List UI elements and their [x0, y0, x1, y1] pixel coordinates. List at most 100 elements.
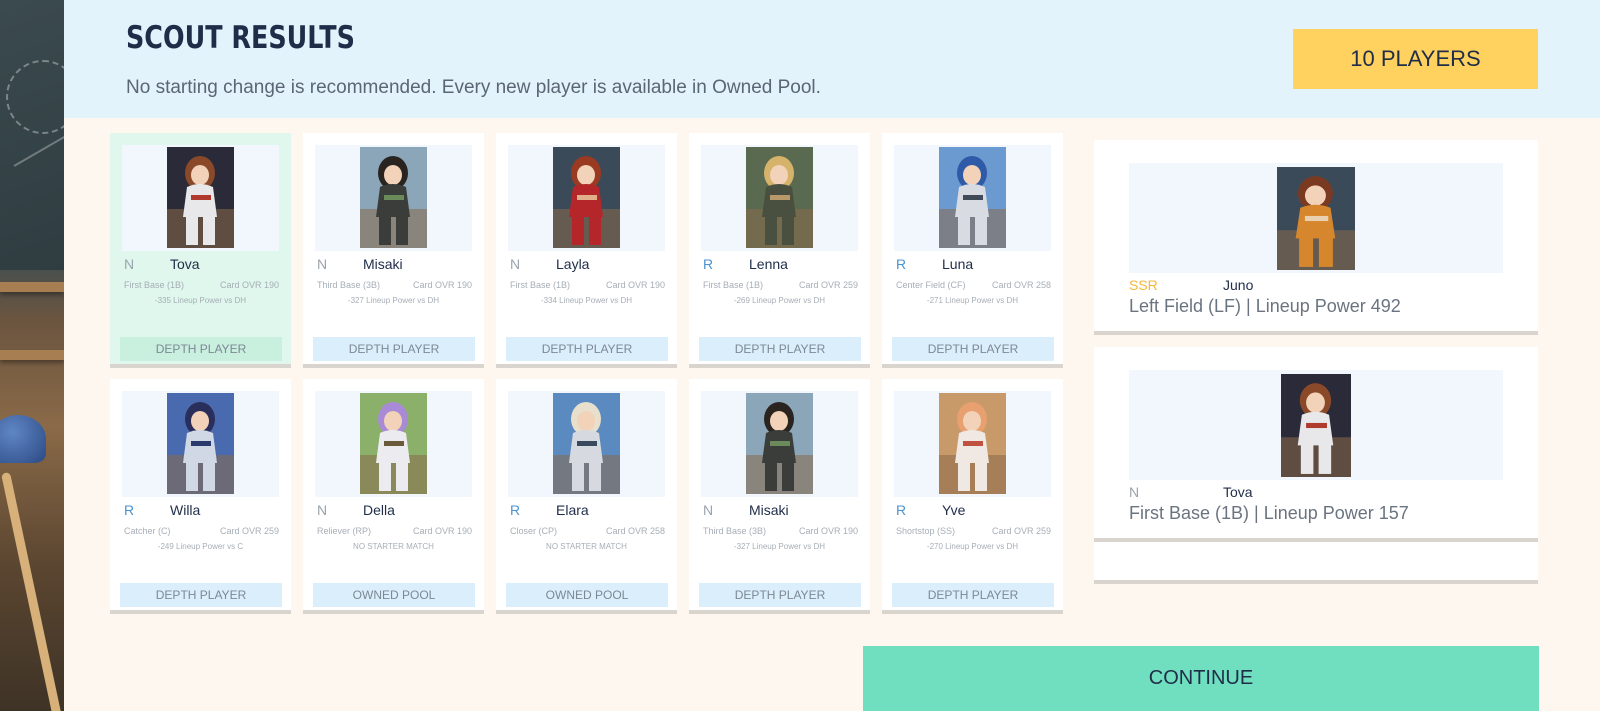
- lineup-note: -249 Lineup Power vs C: [157, 542, 244, 551]
- player-card[interactable]: R Lenna First Base (1B) Card OVR 259 -269 Li…: [689, 133, 870, 368]
- card-ovr: Card OVR 258: [991, 280, 1051, 290]
- player-position: First Base (1B): [703, 280, 764, 290]
- status-tag[interactable]: DEPTH PLAYER: [892, 337, 1054, 361]
- rarity-label: N: [1129, 484, 1140, 500]
- player-portrait: [746, 147, 813, 248]
- portrait-frame: [701, 391, 858, 497]
- player-name: Misaki: [363, 256, 403, 272]
- player-portrait: [167, 393, 234, 494]
- rarity-label: R: [896, 256, 907, 272]
- player-portrait: [553, 393, 620, 494]
- player-card[interactable]: R Yve Shortstop (SS) Card OVR 259 -270 Lineu…: [882, 379, 1063, 614]
- lineup-note: NO STARTER MATCH: [546, 542, 627, 551]
- portrait-frame: [894, 391, 1051, 497]
- player-position: Third Base (3B): [703, 526, 767, 536]
- rarity-label: R: [703, 256, 714, 272]
- status-tag[interactable]: DEPTH PLAYER: [506, 337, 668, 361]
- rarity-label: N: [317, 502, 328, 518]
- rarity-label: N: [510, 256, 521, 272]
- featured-player-card[interactable]: N Tova First Base (1B) | Lineup Power 157: [1094, 347, 1538, 542]
- continue-button[interactable]: CONTINUE: [863, 646, 1539, 711]
- player-position: Catcher (C): [124, 526, 171, 536]
- featured-player-card[interactable]: SSR Juno Left Field (LF) | Lineup Power 49…: [1094, 140, 1538, 335]
- portrait-frame: [122, 145, 279, 251]
- portrait-frame: [315, 145, 472, 251]
- player-name: Juno: [1223, 277, 1254, 293]
- player-card[interactable]: N Della Reliever (RP) Card OVR 190 NO STARTE…: [303, 379, 484, 614]
- page-subtitle: No starting change is recommended. Every…: [126, 77, 821, 98]
- status-tag[interactable]: DEPTH PLAYER: [699, 583, 861, 607]
- player-summary: First Base (1B) | Lineup Power 157: [1129, 503, 1409, 523]
- helmet-icon: [0, 415, 46, 463]
- player-name: Tova: [170, 256, 200, 272]
- player-portrait: [167, 147, 234, 248]
- card-ovr: Card OVR 190: [798, 526, 858, 536]
- player-name: Yve: [942, 502, 966, 518]
- player-card[interactable]: N Tova First Base (1B) Card OVR 190 -335 Lin…: [110, 133, 291, 368]
- page-title: SCOUT RESULTS: [126, 20, 355, 56]
- player-portrait: [939, 147, 1006, 248]
- player-card[interactable]: N Layla First Base (1B) Card OVR 190 -334 Li…: [496, 133, 677, 368]
- portrait-frame: [508, 145, 665, 251]
- player-card[interactable]: N Misaki Third Base (3B) Card OVR 190 -327 L…: [303, 133, 484, 368]
- background-art: [0, 0, 64, 711]
- rarity-label: R: [510, 502, 521, 518]
- status-tag[interactable]: OWNED POOL: [313, 583, 475, 607]
- card-ovr: Card OVR 259: [219, 526, 279, 536]
- player-card[interactable]: N Misaki Third Base (3B) Card OVR 190 -327 L…: [689, 379, 870, 614]
- status-tag[interactable]: DEPTH PLAYER: [699, 337, 861, 361]
- shelf: [0, 350, 64, 360]
- player-card[interactable]: R Elara Closer (CP) Card OVR 258 NO STARTER …: [496, 379, 677, 614]
- card-ovr: Card OVR 190: [605, 280, 665, 290]
- status-tag[interactable]: DEPTH PLAYER: [313, 337, 475, 361]
- player-name: Della: [363, 502, 395, 518]
- header-band: SCOUT RESULTS No starting change is reco…: [64, 0, 1600, 118]
- lineup-note: -327 Lineup Power vs DH: [733, 542, 826, 551]
- players-count-button[interactable]: 10 PLAYERS: [1293, 29, 1538, 89]
- status-tag[interactable]: DEPTH PLAYER: [120, 337, 282, 361]
- player-portrait: [360, 393, 427, 494]
- rarity-label: SSR: [1129, 277, 1158, 293]
- card-ovr: Card OVR 259: [991, 526, 1051, 536]
- portrait-frame: [508, 391, 665, 497]
- player-portrait: [746, 393, 813, 494]
- status-tag[interactable]: DEPTH PLAYER: [120, 583, 282, 607]
- shelf: [0, 282, 64, 292]
- portrait-frame: [894, 145, 1051, 251]
- player-portrait: [360, 147, 427, 248]
- player-position: Closer (CP): [510, 526, 558, 536]
- rarity-label: R: [124, 502, 135, 518]
- portrait-frame: [315, 391, 472, 497]
- player-card[interactable]: R Willa Catcher (C) Card OVR 259 -249 Lineup…: [110, 379, 291, 614]
- player-name: Luna: [942, 256, 974, 272]
- portrait-frame: [122, 391, 279, 497]
- lineup-note: -334 Lineup Power vs DH: [540, 296, 633, 305]
- bat-icon: [1, 471, 64, 711]
- player-position: Reliever (RP): [317, 526, 372, 536]
- empty-slot: [1094, 542, 1538, 584]
- lineup-note: -270 Lineup Power vs DH: [926, 542, 1019, 551]
- rarity-label: R: [896, 502, 907, 518]
- player-name: Tova: [1223, 484, 1253, 500]
- rarity-label: N: [703, 502, 714, 518]
- player-summary: Left Field (LF) | Lineup Power 492: [1129, 296, 1401, 316]
- player-portrait: [939, 393, 1006, 494]
- lineup-note: -269 Lineup Power vs DH: [733, 296, 826, 305]
- player-portrait: [553, 147, 620, 248]
- player-name: Elara: [556, 502, 589, 518]
- player-position: Shortstop (SS): [896, 526, 956, 536]
- lineup-note: -335 Lineup Power vs DH: [154, 296, 247, 305]
- player-position: Third Base (3B): [317, 280, 381, 290]
- status-tag[interactable]: DEPTH PLAYER: [892, 583, 1054, 607]
- card-ovr: Card OVR 258: [605, 526, 665, 536]
- card-ovr: Card OVR 190: [412, 526, 472, 536]
- player-portrait: [1277, 167, 1355, 270]
- player-card[interactable]: R Luna Center Field (CF) Card OVR 258 -271 L…: [882, 133, 1063, 368]
- player-position: Center Field (CF): [896, 280, 966, 290]
- status-tag[interactable]: OWNED POOL: [506, 583, 668, 607]
- lineup-note: -327 Lineup Power vs DH: [347, 296, 440, 305]
- lineup-note: NO STARTER MATCH: [353, 542, 434, 551]
- player-name: Misaki: [749, 502, 789, 518]
- card-ovr: Card OVR 190: [219, 280, 279, 290]
- player-portrait: [1281, 374, 1351, 477]
